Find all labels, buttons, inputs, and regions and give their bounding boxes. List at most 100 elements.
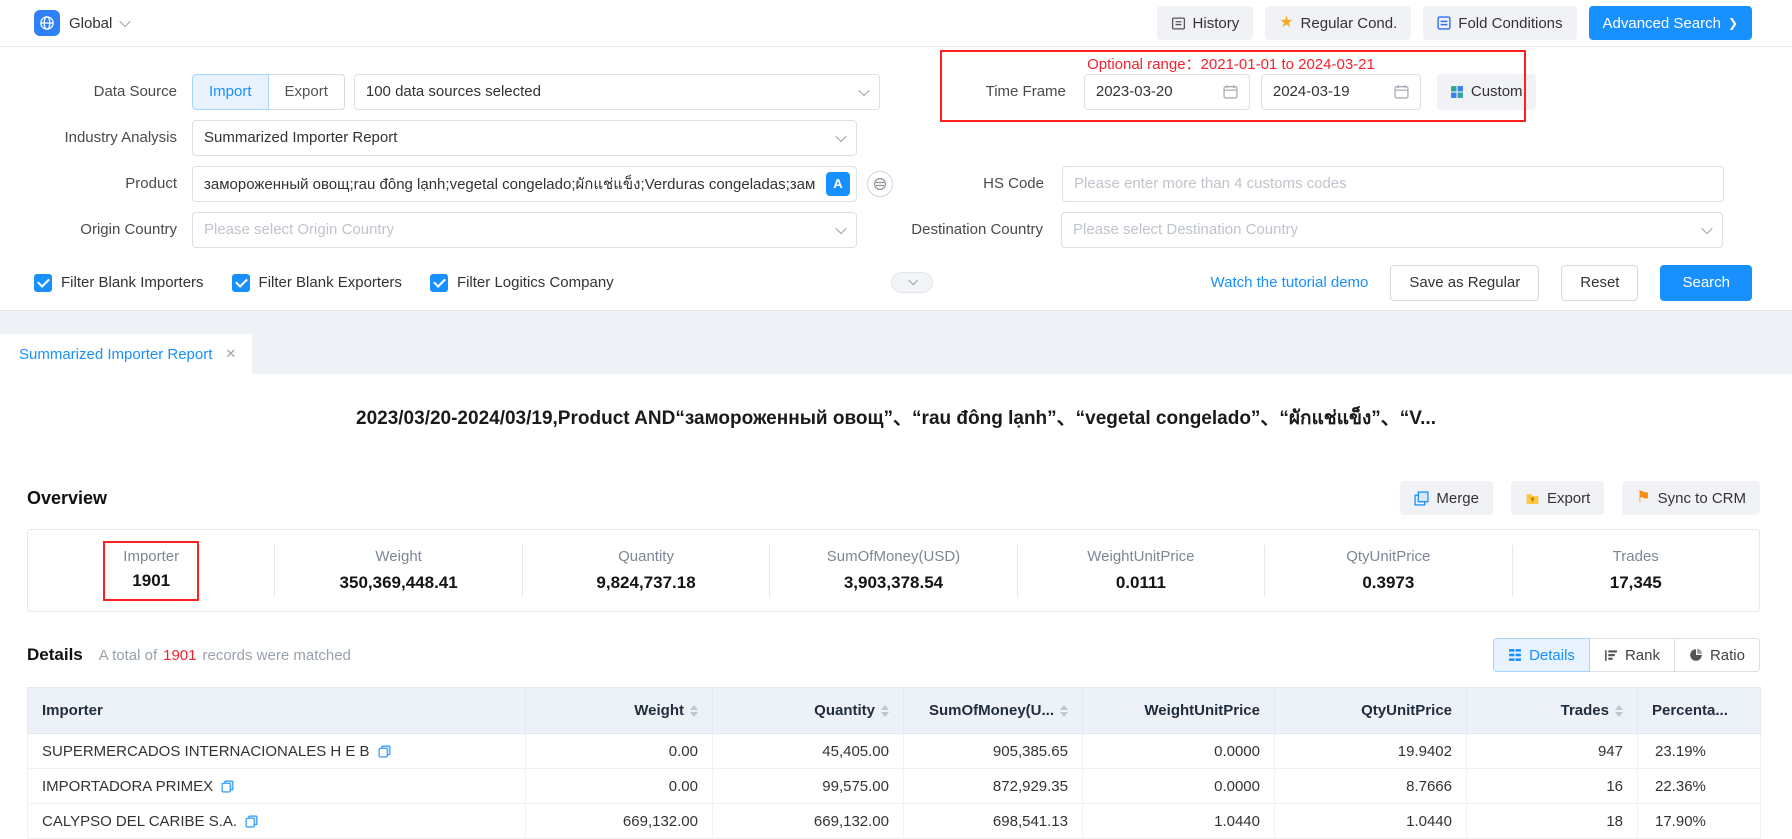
cell-trades: 18 — [1467, 804, 1638, 839]
filter-blank-exporters-label: Filter Blank Exporters — [259, 274, 402, 291]
save-as-regular-button[interactable]: Save as Regular — [1390, 265, 1539, 301]
date-end-input[interactable]: 2024-03-19 — [1261, 74, 1421, 110]
view-toggle-group: Details Rank Ratio — [1493, 638, 1760, 672]
total-suffix: records were matched — [203, 647, 351, 664]
industry-label: Industry Analysis — [27, 129, 192, 146]
region-selector[interactable]: Global — [34, 10, 129, 36]
tab-strip: Summarized Importer Report ✕ — [0, 311, 1792, 374]
cell-quantity: 669,132.00 — [713, 804, 904, 839]
sort-icon[interactable] — [1615, 705, 1623, 717]
tutorial-link[interactable]: Watch the tutorial demo — [1211, 274, 1369, 291]
view-details-label: Details — [1529, 647, 1575, 664]
stat-quantity: Quantity 9,824,737.18 — [523, 545, 770, 597]
overview-title: Overview — [27, 488, 107, 509]
importer-name[interactable]: SUPERMERCADOS INTERNACIONALES H E B — [42, 743, 370, 760]
copy-icon[interactable] — [221, 780, 234, 793]
date-start-value: 2023-03-20 — [1096, 83, 1173, 100]
fold-conditions-icon — [1437, 16, 1451, 30]
header-weight[interactable]: Weight — [526, 688, 713, 734]
table-row: CALYPSO DEL CARIBE S.A. 669,132.00 669,1… — [28, 804, 1761, 839]
copy-icon[interactable] — [245, 815, 258, 828]
cell-weight-unit-price: 0.0000 — [1083, 769, 1275, 804]
calendar-icon — [1394, 84, 1409, 99]
import-toggle[interactable]: Import — [192, 74, 269, 110]
tab-title: Summarized Importer Report — [19, 346, 212, 363]
export-toggle[interactable]: Export — [268, 74, 345, 110]
chevron-down-icon — [835, 222, 846, 233]
stat-value: 9,824,737.18 — [596, 573, 695, 593]
cell-trades: 16 — [1467, 769, 1638, 804]
header-sum-of-money[interactable]: SumOfMoney(U... — [904, 688, 1083, 734]
header-importer: Importer — [28, 688, 526, 734]
cell-weight: 0.00 — [526, 769, 713, 804]
language-settings-icon[interactable] — [867, 171, 893, 197]
cell-weight-unit-price: 1.0440 — [1083, 804, 1275, 839]
origin-country-select[interactable]: Please select Origin Country — [192, 212, 857, 248]
chevron-down-icon — [1701, 222, 1712, 233]
stat-label: WeightUnitPrice — [1087, 548, 1194, 565]
row-countries: Origin Country Please select Origin Coun… — [0, 211, 1792, 248]
filter-blank-importers-checkbox[interactable]: Filter Blank Importers — [34, 274, 204, 292]
cell-qty-unit-price: 8.7666 — [1275, 769, 1467, 804]
filter-blank-exporters-checkbox[interactable]: Filter Blank Exporters — [232, 274, 402, 292]
cell-qty-unit-price: 19.9402 — [1275, 734, 1467, 769]
merge-button[interactable]: Merge — [1400, 481, 1493, 515]
custom-range-button[interactable]: Custom — [1437, 74, 1536, 110]
sort-icon[interactable] — [881, 705, 889, 717]
data-sources-select[interactable]: 100 data sources selected — [354, 74, 880, 110]
header-qty-unit-price: QtyUnitPrice — [1275, 688, 1467, 734]
search-button[interactable]: Search — [1660, 265, 1752, 301]
filter-checkboxes: Filter Blank Importers Filter Blank Expo… — [34, 274, 614, 292]
tab-summarized-importer-report[interactable]: Summarized Importer Report ✕ — [0, 334, 252, 374]
origin-country-label: Origin Country — [27, 221, 192, 238]
industry-select[interactable]: Summarized Importer Report — [192, 120, 857, 156]
chevron-down-icon — [835, 130, 846, 141]
view-details-button[interactable]: Details — [1493, 638, 1590, 672]
importer-name[interactable]: IMPORTADORA PRIMEX — [42, 778, 213, 795]
export-button[interactable]: Export — [1511, 481, 1604, 515]
merge-icon — [1414, 491, 1429, 506]
sort-icon[interactable] — [690, 705, 698, 717]
stat-value: 1901 — [132, 571, 170, 591]
date-start-input[interactable]: 2023-03-20 — [1084, 74, 1250, 110]
sort-icon[interactable] — [1060, 705, 1068, 717]
total-count: 1901 — [163, 647, 196, 664]
advanced-search-button[interactable]: Advanced Search ❯ — [1589, 6, 1752, 40]
optional-range-hint: Optional range：2021-01-01 to 2024-03-21 — [1051, 53, 1411, 74]
filter-logistics-label: Filter Logitics Company — [457, 274, 614, 291]
stat-value: 0.3973 — [1362, 573, 1414, 593]
close-icon[interactable]: ✕ — [225, 346, 236, 362]
data-sources-value: 100 data sources selected — [366, 83, 541, 100]
regular-conditions-button[interactable]: ★ Regular Cond. — [1265, 6, 1411, 40]
view-rank-button[interactable]: Rank — [1589, 638, 1675, 672]
hs-code-input[interactable] — [1062, 166, 1724, 202]
product-input[interactable] — [192, 166, 857, 202]
grid-icon — [1508, 648, 1522, 662]
header-quantity[interactable]: Quantity — [713, 688, 904, 734]
header-trades[interactable]: Trades — [1467, 688, 1638, 734]
sync-to-crm-button[interactable]: ⚑ Sync to CRM — [1622, 481, 1760, 515]
stat-label: Trades — [1613, 548, 1659, 565]
chevron-down-icon — [858, 84, 869, 95]
merge-label: Merge — [1436, 490, 1479, 507]
stat-sum-of-money: SumOfMoney(USD) 3,903,378.54 — [770, 545, 1017, 597]
fold-conditions-button[interactable]: Fold Conditions — [1423, 6, 1576, 40]
importer-name[interactable]: CALYPSO DEL CARIBE S.A. — [42, 813, 237, 830]
export-label: Export — [1547, 490, 1590, 507]
collapse-panel-button[interactable] — [891, 272, 933, 293]
view-ratio-button[interactable]: Ratio — [1674, 638, 1760, 672]
export-icon — [1525, 491, 1540, 506]
header-percentage: Percenta... — [1638, 688, 1761, 734]
reset-button[interactable]: Reset — [1561, 265, 1638, 301]
filter-logistics-checkbox[interactable]: Filter Logitics Company — [430, 274, 614, 292]
copy-icon[interactable] — [378, 745, 391, 758]
topbar: Global History ★ Regular Cond. Fold Cond… — [0, 0, 1792, 47]
details-table: Importer Weight Quantity SumOfMoney(U...… — [27, 687, 1761, 839]
stat-label: Quantity — [618, 548, 674, 565]
destination-country-select[interactable]: Please select Destination Country — [1061, 212, 1723, 248]
stat-value: 3,903,378.54 — [844, 573, 943, 593]
hs-code-input-wrap — [1062, 166, 1724, 202]
history-button[interactable]: History — [1157, 6, 1254, 40]
translate-icon[interactable]: A — [826, 172, 850, 196]
destination-country-placeholder: Please select Destination Country — [1073, 221, 1298, 238]
